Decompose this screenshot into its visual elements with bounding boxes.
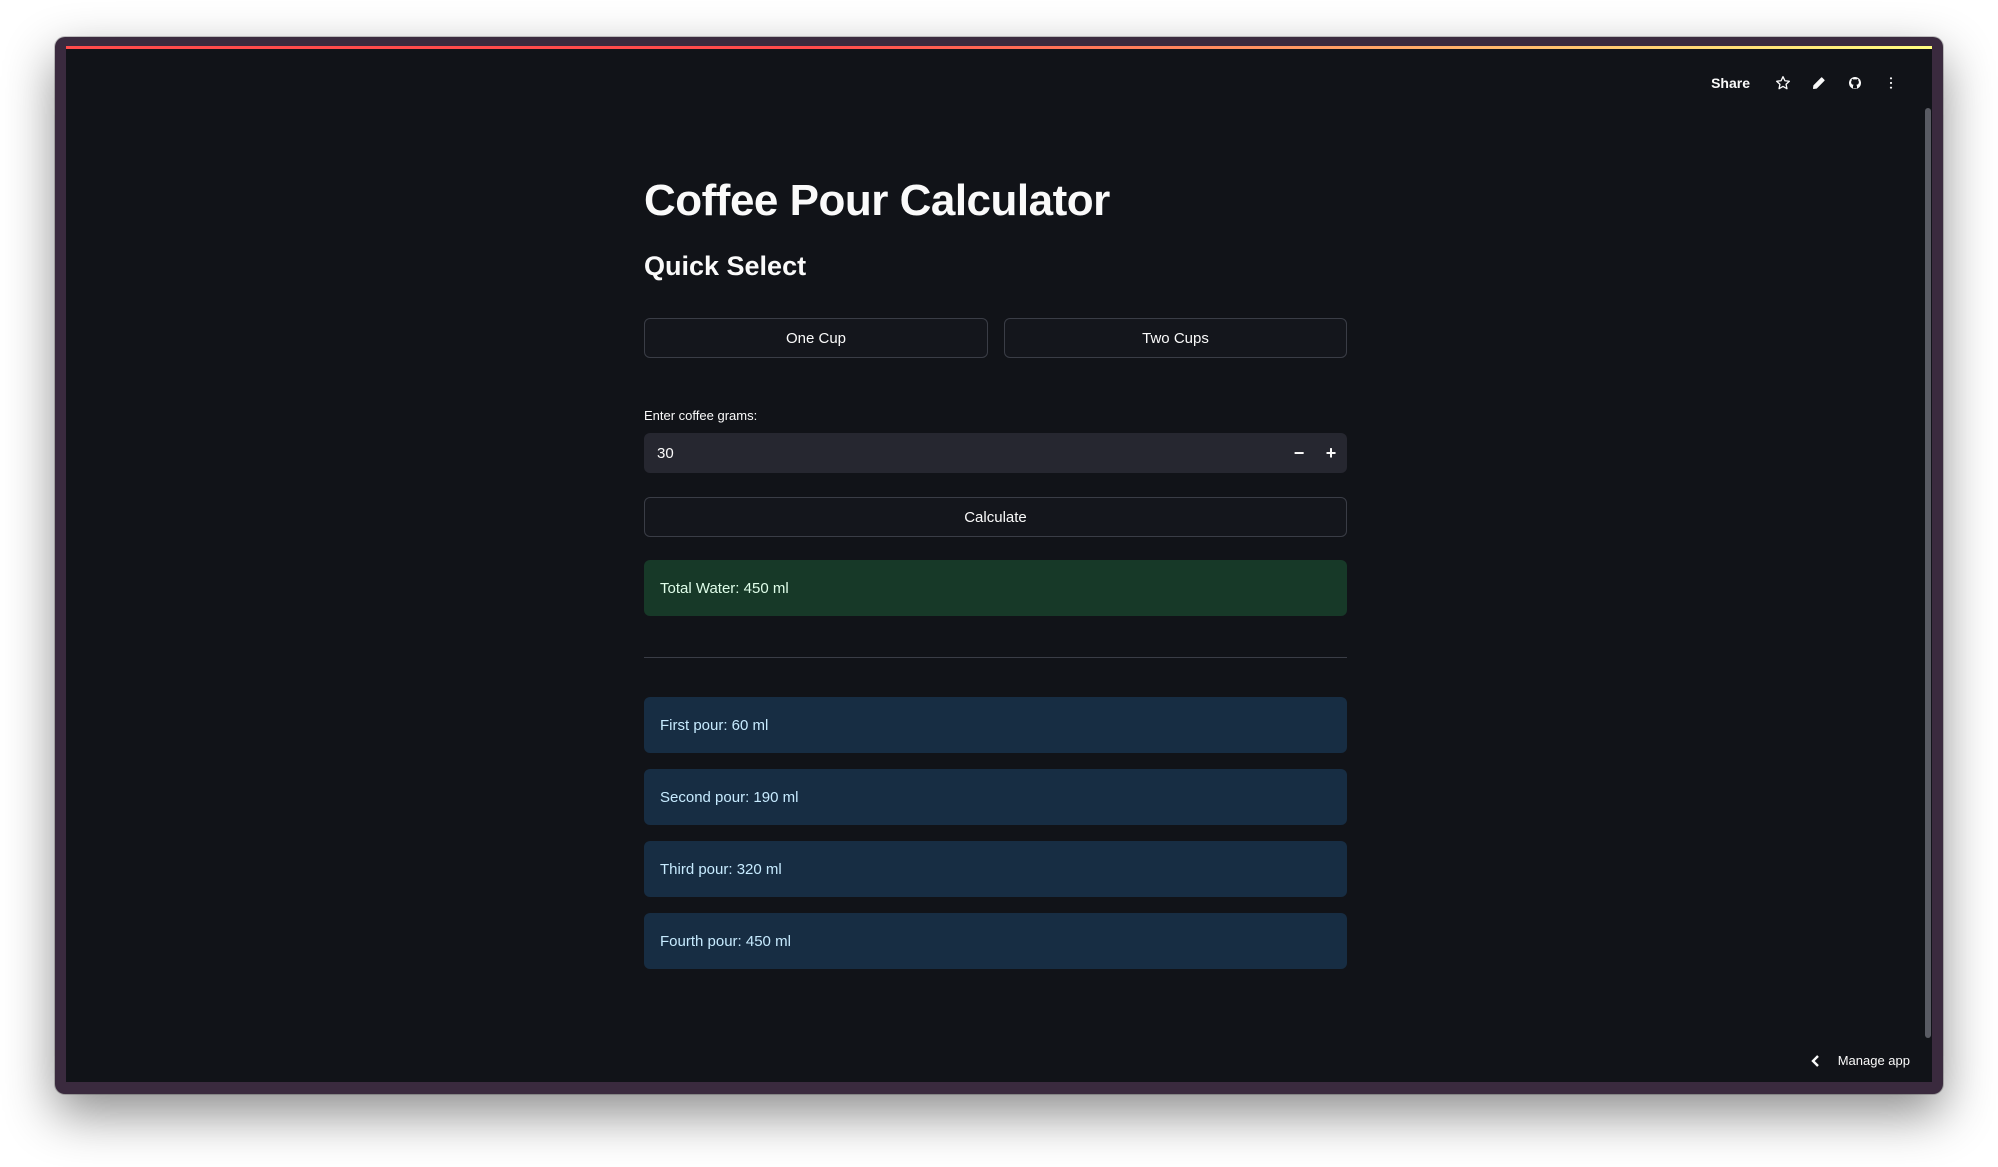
one-cup-button[interactable]: One Cup [644, 318, 988, 358]
first-pour-alert: First pour: 60 ml [644, 697, 1347, 753]
browser-window: Share Coffee Pour Calculator Quick Selec… [55, 37, 1943, 1094]
third-pour-alert: Third pour: 320 ml [644, 841, 1347, 897]
manage-app-button[interactable]: Manage app [1810, 1053, 1910, 1068]
page-title: Coffee Pour Calculator [644, 176, 1110, 225]
manage-app-label: Manage app [1837, 1053, 1910, 1068]
more-vertical-icon[interactable] [1880, 72, 1902, 94]
scrollbar[interactable] [1925, 108, 1931, 1038]
divider [644, 657, 1347, 658]
two-cups-button[interactable]: Two Cups [1004, 318, 1347, 358]
star-icon[interactable] [1772, 72, 1794, 94]
second-pour-alert: Second pour: 190 ml [644, 769, 1347, 825]
coffee-grams-label: Enter coffee grams: [644, 408, 758, 423]
chevron-left-icon [1811, 1054, 1819, 1067]
header-decoration-bar [66, 46, 1932, 49]
calculate-button[interactable]: Calculate [644, 497, 1347, 537]
decrement-button[interactable]: − [1283, 433, 1315, 473]
pencil-icon[interactable] [1808, 72, 1830, 94]
increment-button[interactable]: + [1315, 433, 1347, 473]
coffee-grams-field: − + [644, 433, 1347, 473]
github-icon[interactable] [1844, 72, 1866, 94]
app-toolbar: Share [1711, 72, 1902, 94]
streamlit-app: Share Coffee Pour Calculator Quick Selec… [66, 46, 1932, 1082]
quick-select-heading: Quick Select [644, 251, 807, 281]
coffee-grams-input[interactable] [644, 444, 1283, 462]
total-water-alert: Total Water: 450 ml [644, 560, 1347, 616]
fourth-pour-alert: Fourth pour: 450 ml [644, 913, 1347, 969]
share-button[interactable]: Share [1711, 75, 1750, 91]
